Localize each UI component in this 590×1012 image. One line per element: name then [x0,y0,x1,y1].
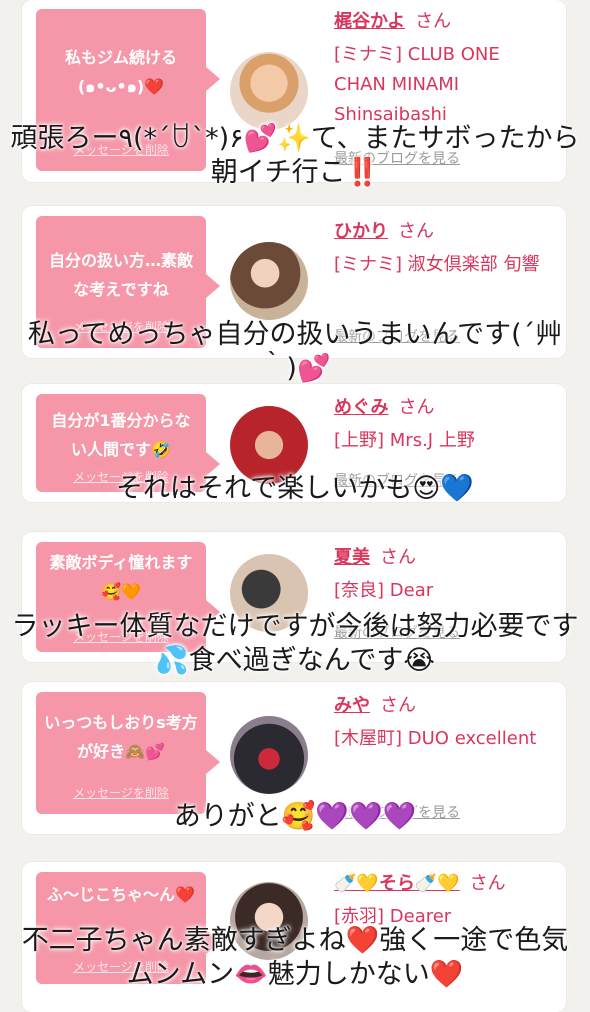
reply-caption: ありがと🥰💜💜💜 [173,801,417,832]
shop-name: [ミナミ] CLUB ONE CHAN MINAMI Shinsaibashi [334,44,500,125]
message-bubble: いっつもしおりs考方が好き🙈💕 メッセージを削除 [36,692,220,814]
user-name-link[interactable]: 夏美 [334,547,370,568]
avatar[interactable] [230,242,308,320]
name-row: 🍼💛そら🍼💛 さん [334,872,506,896]
name-row: 夏美 さん [334,546,416,570]
honorific: さん [380,547,416,568]
message-text: ふ〜じこちゃ〜ん❤️ [47,885,195,904]
shop-name: [木屋町] DUO excellent [334,728,537,749]
reply-caption: 頑張ろー٩(*´ꇴ`*)۶💕✨て、またサボったから朝イチ行こ‼️ [10,123,580,188]
honorific: さん [415,11,452,32]
name-row: ひかり さん [334,220,434,244]
shop-name: [上野] Mrs.J 上野 [334,430,475,451]
message-text: 自分が1番分からない人間です🤣 [51,411,191,459]
reply-caption: 不二子ちゃん素敵すぎよね❤️強く一途で色気ムンムン👄魅力しかない❤️ [21,925,569,990]
reply-caption: ラッキー体質なだけですが今後は努力必要です💦食べ過ぎなんです😭 [11,611,579,676]
shop-name: [ミナミ] 淑女倶楽部 旬響 [334,254,540,275]
honorific: さん [398,221,434,242]
honorific: さん [380,695,416,716]
shop-name: [奈良] Dear [334,580,434,601]
user-name-link[interactable]: 🍼💛そら🍼💛 [334,873,460,894]
avatar[interactable] [230,52,308,130]
honorific: さん [469,873,506,894]
name-row: 梶谷かよ さん [334,10,451,34]
message-text: 私もジム続ける(๑•ᴗ•๑)❤️ [64,48,177,96]
delete-message-link[interactable]: メッセージを削除 [36,784,206,801]
reply-caption: 私ってめっちゃ自分の扱いうまいんです(´艸｀)💕 [27,319,563,384]
honorific: さん [398,397,435,418]
user-name-link[interactable]: ひかり [334,221,388,242]
message-text: 素敵ボディ憧れます🥰🧡 [49,553,193,601]
avatar[interactable] [230,716,308,794]
name-row: めぐみ さん [334,396,435,420]
message-text: いっつもしおりs考方が好き🙈💕 [44,713,198,761]
message-text: 自分の扱い方…素敵な考えですね [48,251,193,299]
reply-caption: それはそれで楽しいかも😍💙 [116,473,474,504]
user-name-link[interactable]: めぐみ [334,397,389,418]
user-name-link[interactable]: 梶谷かよ [334,11,405,32]
user-name-link[interactable]: みや [334,695,370,716]
name-row: みや さん [334,694,416,718]
